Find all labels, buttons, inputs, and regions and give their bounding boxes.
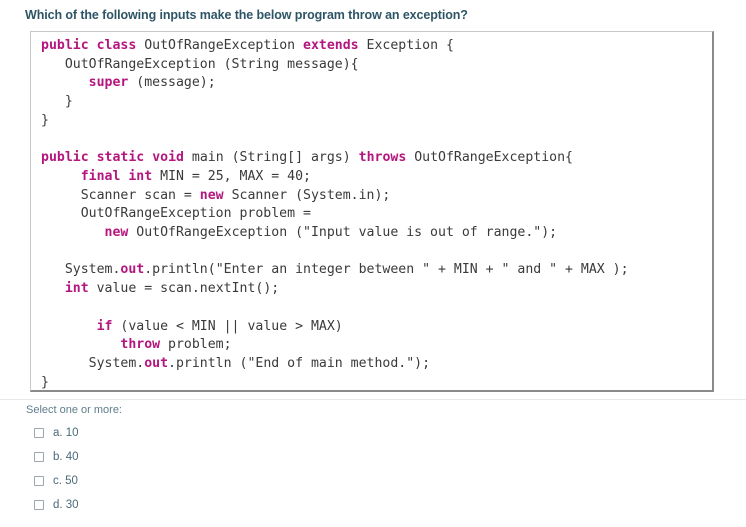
code-keyword: class — [96, 38, 137, 53]
code-keyword: public — [41, 38, 89, 53]
answer-option-c[interactable]: c. 50 — [26, 469, 426, 493]
page-title: Which of the following inputs make the b… — [25, 8, 468, 22]
code-text: } — [41, 374, 49, 390]
code-keyword: extends — [303, 38, 359, 53]
code-line: System.out.println("Enter an integer bet… — [41, 262, 629, 277]
code-text: System. — [41, 355, 145, 371]
answer-option-label: d. 30 — [53, 499, 79, 511]
answer-option-d[interactable]: d. 30 — [26, 493, 426, 517]
code-line: System.out.println ("End of main method.… — [41, 356, 430, 371]
code-keyword: super — [88, 75, 129, 91]
code-keyword: if — [96, 318, 113, 334]
code-line: throw problem; — [41, 337, 232, 353]
code-line: } — [41, 375, 49, 390]
code-line: int value = scan.nextInt(); — [41, 281, 279, 296]
code-keyword: int — [128, 168, 153, 184]
code-text: .println ("End of main method."); — [168, 355, 431, 371]
code-block: public class OutOfRangeException extends… — [31, 32, 712, 390]
code-line: new OutOfRangeException ("Input value is… — [41, 225, 558, 241]
code-text: value = scan.nextInt(); — [88, 281, 280, 297]
code-text: OutOfRangeException — [136, 38, 304, 53]
code-keyword: new — [199, 187, 224, 203]
code-keyword: final — [80, 168, 121, 184]
code-keyword: new — [104, 225, 129, 241]
answer-options-list: a. 10 b. 40 c. 50 d. 30 — [26, 421, 426, 517]
select-instruction-label: Select one or more: — [26, 404, 122, 416]
checkbox-icon[interactable] — [34, 452, 44, 462]
code-keyword: static — [96, 150, 145, 166]
answer-option-label: c. 50 — [53, 475, 78, 487]
code-text: } — [41, 94, 73, 110]
code-text: MIN = 25, MAX = 40; — [152, 168, 311, 184]
code-text: OutOfRangeException{ — [406, 150, 573, 166]
code-keyword: public — [41, 150, 89, 166]
code-line: OutOfRangeException problem = — [41, 206, 311, 221]
code-line: Scanner scan = new Scanner (System.in); — [41, 187, 391, 203]
code-text: OutOfRangeException problem = — [41, 206, 311, 222]
code-text: OutOfRangeException (String message){ — [41, 56, 359, 72]
code-text: OutOfRangeException ("Input value is out… — [128, 225, 558, 241]
code-text: Scanner (System.in); — [223, 187, 391, 203]
code-line: public class OutOfRangeException extends… — [41, 38, 454, 53]
code-snippet-box: public class OutOfRangeException extends… — [30, 31, 714, 392]
code-keyword: int — [64, 281, 89, 297]
code-keyword: throw — [120, 337, 161, 353]
code-line: super (message); — [41, 75, 216, 90]
code-line: } — [41, 94, 73, 109]
code-line: public static void main (String[] args) … — [41, 150, 573, 165]
code-text: } — [41, 112, 49, 128]
code-keyword: void — [152, 150, 184, 166]
answer-option-a[interactable]: a. 10 — [26, 421, 426, 445]
answer-option-b[interactable]: b. 40 — [26, 445, 426, 469]
code-text: System. — [41, 262, 121, 278]
checkbox-icon[interactable] — [34, 500, 44, 510]
code-line: if (value < MIN || value > MAX) — [41, 319, 343, 334]
checkbox-icon[interactable] — [34, 476, 44, 486]
code-line: } — [41, 113, 49, 128]
section-divider — [0, 399, 746, 400]
code-line: final int MIN = 25, MAX = 40; — [41, 169, 311, 184]
code-keyword: out — [144, 355, 169, 371]
code-text: (message); — [128, 75, 216, 91]
code-keyword: throws — [358, 150, 407, 166]
code-text: Exception { — [358, 38, 454, 53]
quiz-question-page: Which of the following inputs make the b… — [0, 0, 746, 527]
answer-option-label: a. 10 — [53, 427, 79, 439]
code-keyword: out — [120, 262, 145, 278]
code-text: .println("Enter an integer between " + M… — [144, 262, 629, 278]
code-text: (value < MIN || value > MAX) — [112, 318, 343, 334]
code-text: main (String[] args) — [183, 150, 359, 166]
answer-option-label: b. 40 — [53, 451, 79, 463]
code-text: Scanner scan = — [41, 187, 200, 203]
code-line: OutOfRangeException (String message){ — [41, 57, 359, 72]
checkbox-icon[interactable] — [34, 428, 44, 438]
code-text: problem; — [160, 337, 232, 353]
